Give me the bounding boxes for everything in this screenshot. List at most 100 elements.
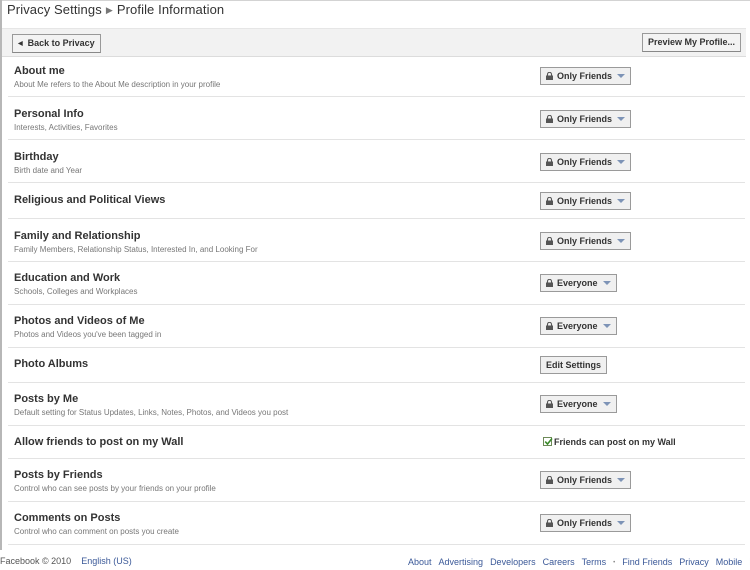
preview-profile-button[interactable]: Preview My Profile... [642,33,742,52]
setting-description: Family Members, Relationship Status, Int… [14,245,258,254]
chevron-down-icon [617,478,626,482]
window-left-border [0,0,2,550]
back-arrow-icon: ◀ [18,41,23,47]
lock-icon [546,279,553,287]
setting-title: Posts by Friends [14,469,103,481]
footer-link-about[interactable]: About [408,557,432,567]
footer-link-careers[interactable]: Careers [543,557,575,567]
lock-icon [546,476,553,484]
footer-link-developers[interactable]: Developers [490,557,536,567]
setting-row-posts-by-me: Posts by Me Default setting for Status U… [8,383,745,426]
back-button-label: Back to Privacy [27,38,95,48]
dropdown-value: Only Friends [557,157,613,167]
privacy-dropdown[interactable]: Everyone [540,274,617,292]
setting-description: Birth date and Year [14,166,83,175]
privacy-dropdown[interactable]: Only Friends [540,67,632,85]
lock-icon [546,400,553,408]
privacy-dropdown[interactable]: Only Friends [540,110,632,128]
wall-post-checkbox[interactable] [543,437,553,446]
setting-title: Family and Relationship [14,230,141,242]
setting-description: Photos and Videos you've been tagged in [14,330,162,339]
dropdown-value: Only Friends [557,236,613,246]
setting-description: Interests, Activities, Favorites [14,123,118,132]
setting-title: Birthday [14,151,59,163]
breadcrumb-current: Profile Information [116,2,225,17]
lock-icon [546,115,553,123]
wall-post-checkbox-wrap[interactable]: Friends can post on my Wall [543,436,676,447]
setting-title: Religious and Political Views [14,194,166,206]
privacy-dropdown[interactable]: Only Friends [540,514,632,532]
footer-separator: • [613,560,616,566]
chevron-down-icon [617,160,626,164]
toolbar: ◀ Back to Privacy Preview My Profile... [2,28,746,57]
setting-description: Schools, Colleges and Workplaces [14,287,138,296]
lock-icon [546,158,553,166]
dropdown-value: Only Friends [557,518,613,528]
lock-icon [546,519,553,527]
chevron-down-icon [617,117,626,121]
edit-settings-button[interactable]: Edit Settings [540,356,608,374]
setting-row-education-work: Education and Work Schools, Colleges and… [8,262,745,305]
footer-link-mobile[interactable]: Mobile [716,557,743,567]
setting-row-photos-videos: Photos and Videos of Me Photos and Video… [8,305,745,348]
setting-row-photo-albums: Photo Albums Edit Settings [8,348,745,383]
chevron-down-icon [602,324,611,328]
setting-description: Control who can see posts by your friend… [14,484,216,493]
copyright: Facebook © 2010 [0,556,72,566]
chevron-down-icon [617,239,626,243]
footer-links: About Advertising Developers Careers Terms • F… [408,557,750,567]
setting-row-birthday: Birthday Birth date and Year Only Friend… [8,140,745,183]
dropdown-value: Only Friends [557,475,613,485]
setting-row-posts-by-friends: Posts by Friends Control who can see pos… [8,459,745,502]
dropdown-value: Everyone [557,399,598,409]
lock-icon [546,197,553,205]
privacy-dropdown[interactable]: Everyone [540,317,617,335]
setting-title: About me [14,65,65,77]
dropdown-value: Only Friends [557,196,613,206]
privacy-dropdown[interactable]: Only Friends [540,153,632,171]
setting-title: Posts by Me [14,393,79,405]
lock-icon [546,322,553,330]
chevron-down-icon [602,402,611,406]
setting-row-allow-wall-posts: Allow friends to post on my Wall Friends… [8,426,745,459]
setting-title: Personal Info [14,108,84,120]
setting-description: Control who can comment on posts you cre… [14,527,179,536]
back-to-privacy-button[interactable]: ◀ Back to Privacy [12,34,101,53]
dropdown-value: Only Friends [557,114,613,124]
dropdown-value: Everyone [557,278,598,288]
dropdown-value: Only Friends [557,71,613,81]
footer-link-advertising[interactable]: Advertising [439,557,484,567]
setting-row-family-relationship: Family and Relationship Family Members, … [8,219,745,262]
window-top-border [0,0,750,1]
breadcrumb-parent[interactable]: Privacy Settings [7,2,102,17]
footer-link-privacy[interactable]: Privacy [679,557,709,567]
setting-description: About Me refers to the About Me descript… [14,80,221,89]
chevron-down-icon [617,199,626,203]
breadcrumb: Privacy Settings ▶ Profile Information [7,2,224,17]
privacy-dropdown[interactable]: Only Friends [540,232,632,250]
dropdown-value: Everyone [557,321,598,331]
settings-list: About me About Me refers to the About Me… [8,55,745,545]
setting-title: Education and Work [14,272,121,284]
chevron-down-icon [617,521,626,525]
privacy-dropdown[interactable]: Only Friends [540,471,632,489]
privacy-dropdown[interactable]: Everyone [540,395,617,413]
language-link[interactable]: English (US) [81,556,132,566]
checkbox-label: Friends can post on my Wall [554,437,676,447]
setting-title: Photos and Videos of Me [14,315,145,327]
setting-title: Comments on Posts [14,512,121,524]
footer-link-terms[interactable]: Terms [582,557,607,567]
lock-icon [546,72,553,80]
setting-row-comments-on-posts: Comments on Posts Control who can commen… [8,502,745,545]
setting-title: Allow friends to post on my Wall [14,436,184,448]
setting-title: Photo Albums [14,358,89,370]
lock-icon [546,237,553,245]
chevron-down-icon [602,281,611,285]
setting-row-personal-info: Personal Info Interests, Activities, Fav… [8,97,745,140]
chevron-down-icon [617,74,626,78]
footer-link-find-friends[interactable]: Find Friends [622,557,672,567]
setting-row-religious-political: Religious and Political Views Only Frien… [8,183,745,219]
privacy-dropdown[interactable]: Only Friends [540,192,632,210]
footer-left: Facebook © 2010 English (US) [0,556,132,566]
breadcrumb-separator-icon: ▶ [105,5,113,15]
